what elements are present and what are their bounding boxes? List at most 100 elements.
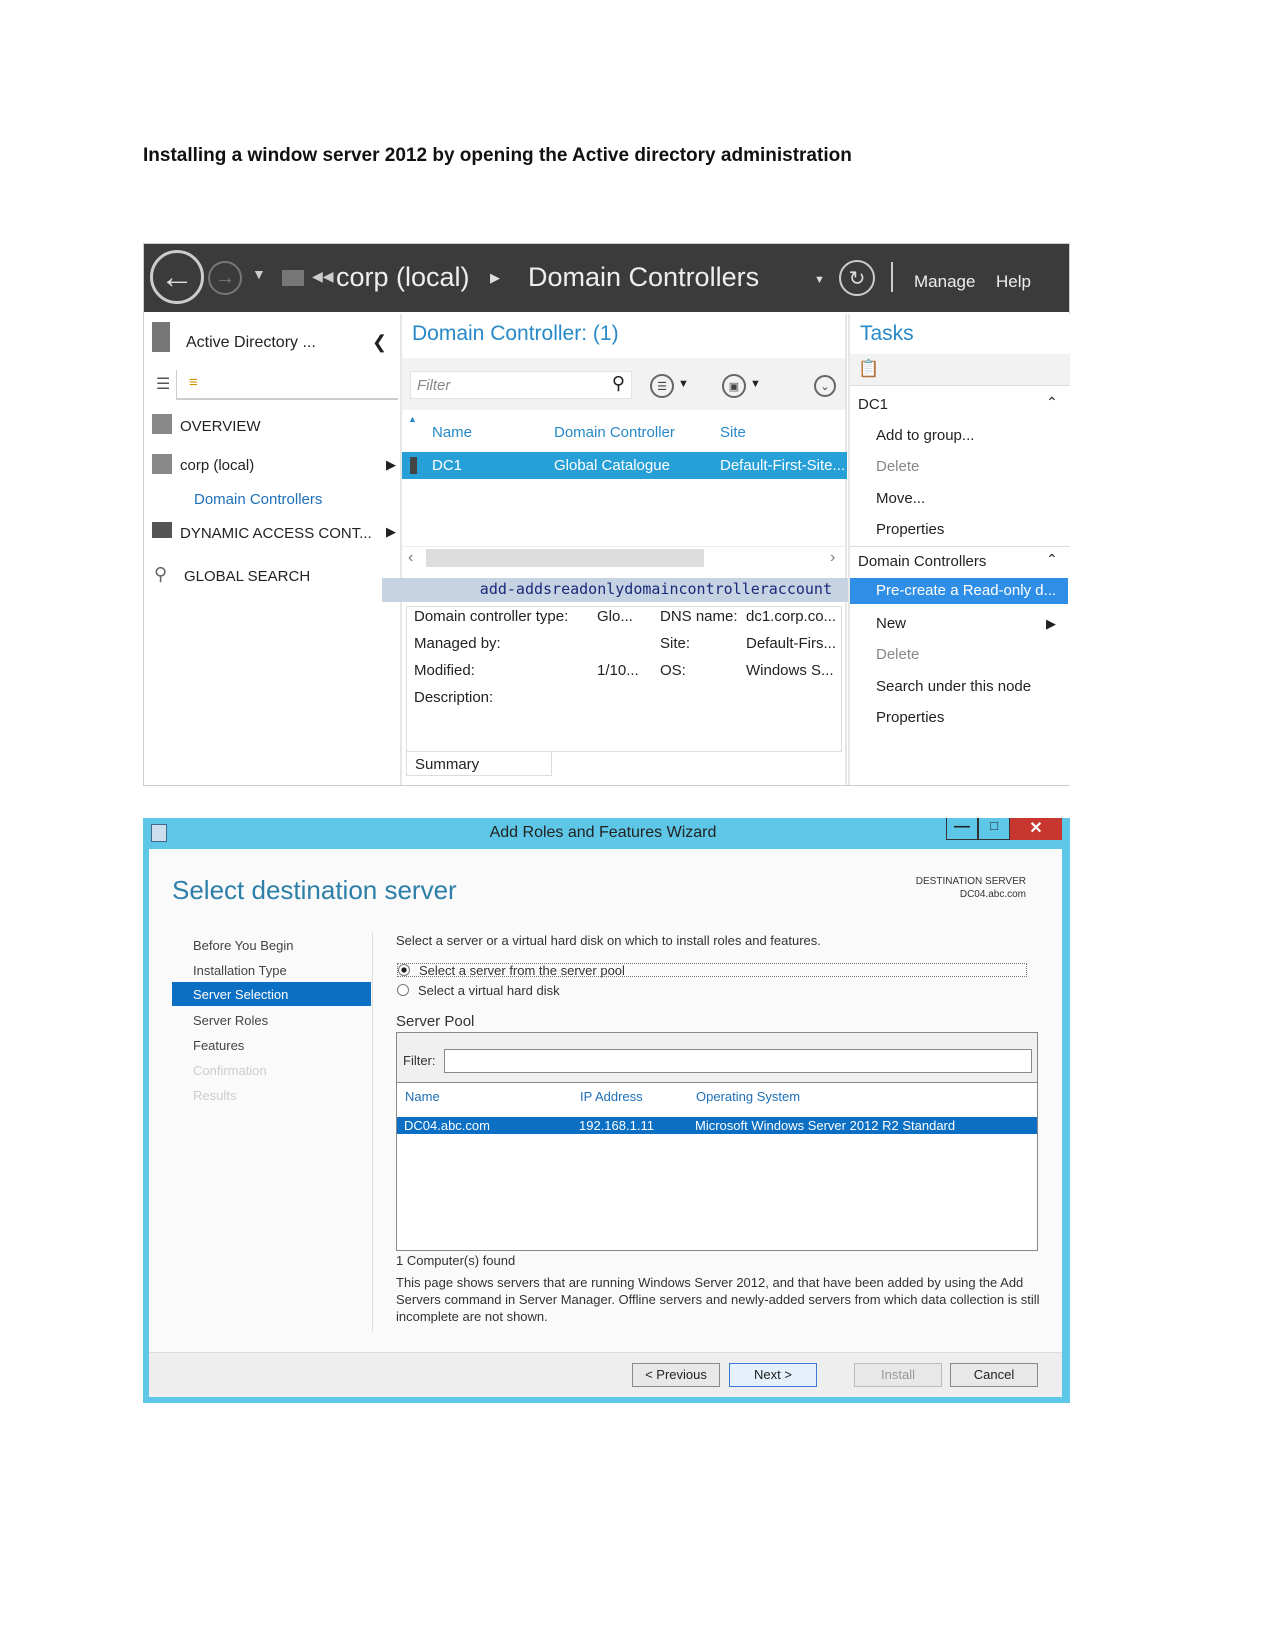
cell-ip: 192.168.1.11 xyxy=(579,1118,654,1133)
refresh-icon[interactable]: ↻ xyxy=(839,260,875,296)
task-pre-create-rodc[interactable]: Pre-create a Read-only d... xyxy=(850,578,1068,604)
task-new[interactable]: New xyxy=(876,615,906,632)
forward-arrow-icon[interactable]: → xyxy=(208,261,242,295)
destination-server-value: DC04.abc.com xyxy=(959,889,1026,900)
task-properties[interactable]: Properties xyxy=(876,521,944,538)
cell-name: DC1 xyxy=(432,457,463,474)
radio-server-pool[interactable] xyxy=(398,964,410,976)
tasks-toolbar: 📋 xyxy=(850,354,1070,386)
detail-label: OS: xyxy=(660,662,686,679)
table-row[interactable]: DC1 Global Catalogue Default-First-Site.… xyxy=(402,452,847,479)
step-confirmation: Confirmation xyxy=(193,1063,267,1078)
column-header-domain-controller[interactable]: Domain Controller xyxy=(554,424,675,441)
section-dc1-header[interactable]: DC1 xyxy=(858,396,888,413)
nav-item-global-search[interactable]: GLOBAL SEARCH xyxy=(184,568,310,585)
help-menu[interactable]: Help xyxy=(996,272,1031,292)
header-bar: ← → ▼ ◀◀ corp (local) ▶ Domain Controlle… xyxy=(144,244,1069,312)
option-virtual-hard-disk[interactable]: Select a virtual hard disk xyxy=(418,983,560,998)
close-button[interactable]: ✕ xyxy=(1010,818,1062,840)
column-header-operating-system[interactable]: Operating System xyxy=(696,1089,800,1104)
breadcrumb-dropdown-icon[interactable]: ▼ xyxy=(814,274,825,286)
step-installation-type[interactable]: Installation Type xyxy=(193,963,287,978)
cancel-button[interactable]: Cancel xyxy=(950,1363,1038,1387)
scroll-left-icon[interactable]: ‹ xyxy=(408,549,413,567)
info-note: This page shows servers that are running… xyxy=(396,1275,1040,1324)
detail-value: Glo... xyxy=(597,608,633,625)
manage-menu[interactable]: Manage xyxy=(914,272,975,292)
nav-item-dynamic-access-control[interactable]: DYNAMIC ACCESS CONT... xyxy=(180,525,372,542)
step-server-roles[interactable]: Server Roles xyxy=(193,1013,268,1028)
step-before-you-begin[interactable]: Before You Begin xyxy=(193,938,293,953)
expand-icon[interactable]: ▶ xyxy=(386,457,396,473)
divider xyxy=(891,262,893,292)
detail-label: Managed by: xyxy=(414,635,501,652)
nav-item-domain-controllers[interactable]: Domain Controllers xyxy=(194,491,322,508)
server-pool-panel: Filter: Name IP Address Operating System… xyxy=(396,1032,1038,1251)
sort-ascending-icon: ▲ xyxy=(408,414,417,424)
option-server-pool[interactable]: Select a server from the server pool xyxy=(397,963,1027,978)
horizontal-scrollbar[interactable]: ‹ › xyxy=(402,546,845,568)
tree-view-tab[interactable]: ≡ xyxy=(176,370,398,400)
collapse-section-icon[interactable]: ⌃ xyxy=(1046,551,1058,568)
column-header-site[interactable]: Site xyxy=(720,424,746,441)
ad-admin-center-screenshot: ← → ▼ ◀◀ corp (local) ▶ Domain Controlle… xyxy=(143,243,1070,786)
breadcrumb-domain-controllers[interactable]: Domain Controllers xyxy=(528,262,759,293)
history-dropdown-icon[interactable]: ▼ xyxy=(252,266,266,282)
detail-value: dc1.corp.co... xyxy=(746,608,837,625)
task-search-under-node[interactable]: Search under this node xyxy=(876,678,1031,695)
search-icon[interactable]: ⚲ xyxy=(612,373,625,394)
window-title: Add Roles and Features Wizard xyxy=(489,824,717,841)
scrollbar-thumb[interactable] xyxy=(426,549,704,567)
task-label: Pre-create a Read-only d... xyxy=(876,582,1057,599)
list-view-icon[interactable]: ☰ xyxy=(156,374,170,394)
next-button[interactable]: Next > xyxy=(729,1363,817,1387)
dropdown-icon[interactable]: ▼ xyxy=(750,378,761,390)
dropdown-icon[interactable]: ▼ xyxy=(678,378,689,390)
filter-label: Filter: xyxy=(403,1053,436,1068)
submenu-arrow-icon: ▶ xyxy=(1046,616,1056,631)
task-move[interactable]: Move... xyxy=(876,490,925,507)
folder-icon xyxy=(152,522,172,538)
clipboard-icon[interactable]: 📋 xyxy=(858,359,879,379)
step-server-selection[interactable]: Server Selection xyxy=(172,982,371,1006)
list-title: Domain Controller: (1) xyxy=(412,322,619,345)
nav-item-corp-local[interactable]: corp (local) xyxy=(180,457,254,474)
overview-icon xyxy=(152,414,172,434)
summary-tab[interactable]: Summary xyxy=(406,752,552,776)
tasks-title: Tasks xyxy=(860,322,914,345)
scroll-right-icon[interactable]: › xyxy=(830,549,835,567)
filter-input[interactable]: Filter ⚲ xyxy=(410,371,632,399)
expand-icon[interactable]: ▶ xyxy=(386,524,396,540)
collapse-pane-icon[interactable]: ❮ xyxy=(372,332,387,353)
expand-toolbar-icon[interactable]: ⌄ xyxy=(814,375,836,397)
maximize-button[interactable]: □ xyxy=(978,818,1010,840)
task-properties[interactable]: Properties xyxy=(876,709,944,726)
detail-value: 1/10... xyxy=(597,662,639,679)
collapse-section-icon[interactable]: ⌃ xyxy=(1046,394,1058,411)
detail-label: Domain controller type: xyxy=(414,608,569,625)
view-options-icon[interactable]: ☰ xyxy=(650,374,674,398)
page-heading: Select destination server xyxy=(172,875,457,905)
breadcrumb-corp[interactable]: corp (local) xyxy=(336,262,470,293)
details-panel xyxy=(406,606,842,752)
install-button: Install xyxy=(854,1363,942,1387)
server-icon xyxy=(410,457,417,474)
filter-input[interactable] xyxy=(444,1049,1032,1073)
table-row[interactable]: DC04.abc.com 192.168.1.11 Microsoft Wind… xyxy=(397,1117,1037,1134)
section-domain-controllers-header[interactable]: Domain Controllers xyxy=(858,553,986,570)
radio-virtual-hard-disk[interactable] xyxy=(397,984,409,996)
cell-os: Microsoft Windows Server 2012 R2 Standar… xyxy=(695,1118,956,1133)
back-arrow-icon[interactable]: ← xyxy=(150,250,204,304)
previous-button[interactable]: < Previous xyxy=(632,1363,720,1387)
folder-icon xyxy=(282,270,304,286)
column-header-ip-address[interactable]: IP Address xyxy=(580,1089,643,1104)
step-features[interactable]: Features xyxy=(193,1038,244,1053)
nav-item-overview[interactable]: OVERVIEW xyxy=(180,418,261,435)
task-add-to-group[interactable]: Add to group... xyxy=(876,427,974,444)
breadcrumb-overflow-icon[interactable]: ◀◀ xyxy=(312,268,334,285)
detail-label: Modified: xyxy=(414,662,475,679)
column-header-name[interactable]: Name xyxy=(432,424,472,441)
minimize-button[interactable]: — xyxy=(946,818,978,840)
save-query-icon[interactable]: ▣ xyxy=(722,374,746,398)
column-header-name[interactable]: Name xyxy=(405,1089,440,1104)
